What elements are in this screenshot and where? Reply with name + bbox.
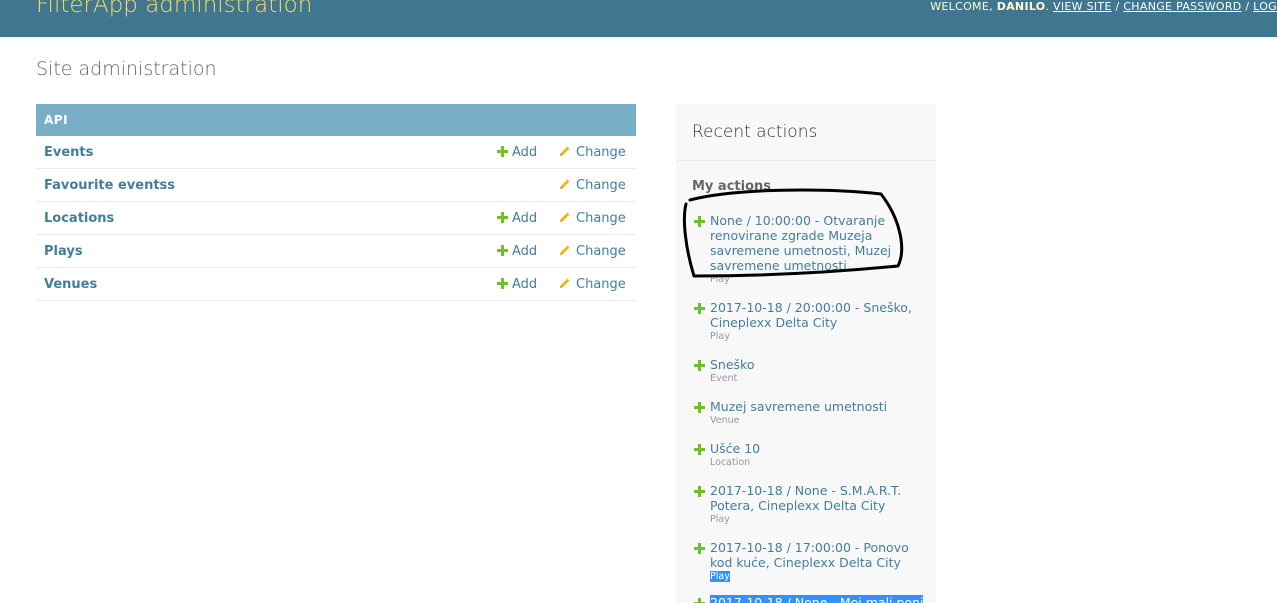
recent-actions-title: Recent actions [692, 122, 818, 142]
addition-icon [694, 444, 705, 455]
recent-action-item: Ušće 10 Location [694, 441, 924, 469]
user-tools: WELCOME, DANILO. VIEW SITE / CHANGE PASS… [930, 0, 1277, 13]
pencil-icon [560, 278, 570, 288]
recent-actions-panel: Recent actions My actions None / 10:00:0… [676, 104, 936, 603]
change-favourite-eventss-link[interactable]: Change [559, 178, 626, 193]
recent-action-link[interactable]: 2017-10-18 / None - Moj mali poni [710, 595, 924, 603]
recent-action-link[interactable]: 2017-10-18 / None - S.M.A.R.T. Potera, C… [710, 483, 924, 513]
recent-action-link[interactable]: 2017-10-18 / 20:00:00 - Sneško, Cineplex… [710, 300, 924, 330]
model-row-locations: Locations Add Change [36, 202, 636, 235]
recent-action-type: Play [710, 274, 730, 285]
recent-action-item: 2017-10-18 / 17:00:00 - Ponovo kod kuće,… [694, 540, 924, 583]
username: DANILO [996, 0, 1046, 13]
recent-action-type: Play [710, 331, 730, 342]
model-link-venues[interactable]: Venues [44, 277, 97, 292]
add-venues-link[interactable]: Add [497, 277, 537, 292]
model-row-venues: Venues Add Change [36, 268, 636, 301]
addition-icon [694, 598, 705, 603]
add-plays-link[interactable]: Add [497, 244, 537, 259]
add-icon [497, 278, 508, 289]
model-row-favourite-eventss: Favourite eventss Change [36, 169, 636, 202]
welcome-text: WELCOME, [930, 0, 993, 13]
change-events-link[interactable]: Change [559, 145, 626, 160]
addition-icon [694, 216, 705, 227]
model-row-events: Events Add Change [36, 136, 636, 169]
addition-icon [694, 543, 705, 554]
recent-action-link[interactable]: None / 10:00:00 - Otvaranje renovirane z… [710, 213, 924, 273]
change-venues-link[interactable]: Change [559, 277, 626, 292]
add-locations-link[interactable]: Add [497, 211, 537, 226]
site-branding[interactable]: FilterApp administration [36, 0, 312, 18]
addition-icon [694, 402, 705, 413]
model-link-favourite-eventss[interactable]: Favourite eventss [44, 178, 175, 193]
recent-action-link[interactable]: Sneško [710, 357, 924, 372]
recent-action-item: 2017-10-18 / None - S.M.A.R.T. Potera, C… [694, 483, 924, 526]
add-icon [497, 212, 508, 223]
divider [676, 160, 936, 161]
recent-action-type: Event [710, 373, 738, 384]
model-row-plays: Plays Add Change [36, 235, 636, 268]
change-password-link[interactable]: CHANGE PASSWORD [1123, 0, 1241, 13]
recent-action-item: None / 10:00:00 - Otvaranje renovirane z… [694, 213, 924, 286]
recent-action-link[interactable]: Muzej savremene umetnosti [710, 399, 924, 414]
recent-action-item: Sneško Event [694, 357, 924, 385]
header: FilterApp administration WELCOME, DANILO… [0, 0, 1277, 37]
view-site-link[interactable]: VIEW SITE [1053, 0, 1112, 13]
recent-action-item: 2017-10-18 / 20:00:00 - Sneško, Cineplex… [694, 300, 924, 343]
pencil-icon [560, 245, 570, 255]
addition-icon [694, 486, 705, 497]
pencil-icon [560, 212, 570, 222]
add-events-link[interactable]: Add [497, 145, 537, 160]
addition-icon [694, 360, 705, 371]
pencil-icon [560, 146, 570, 156]
recent-action-type: Play [710, 514, 730, 525]
model-link-events[interactable]: Events [44, 145, 93, 160]
change-plays-link[interactable]: Change [559, 244, 626, 259]
recent-action-link[interactable]: Ušće 10 [710, 441, 924, 456]
recent-action-item: Muzej savremene umetnosti Venue [694, 399, 924, 427]
pencil-icon [560, 179, 570, 189]
add-icon [497, 146, 508, 157]
add-icon [497, 245, 508, 256]
logout-link[interactable]: LOG [1253, 0, 1277, 13]
model-link-plays[interactable]: Plays [44, 244, 83, 259]
recent-action-item: 2017-10-18 / None - Moj mali poni [694, 595, 924, 603]
module-caption[interactable]: API [36, 104, 636, 136]
recent-action-type: Location [710, 457, 751, 468]
change-locations-link[interactable]: Change [559, 211, 626, 226]
addition-icon [694, 303, 705, 314]
recent-action-type: Play [710, 571, 730, 582]
app-module-api: API Events Add Change Favourite eventss … [36, 104, 636, 301]
my-actions-heading: My actions [692, 179, 772, 194]
model-link-locations[interactable]: Locations [44, 211, 114, 226]
page-title: Site administration [36, 58, 217, 80]
recent-action-link[interactable]: 2017-10-18 / 17:00:00 - Ponovo kod kuće,… [710, 540, 924, 570]
recent-action-type: Venue [710, 415, 740, 426]
